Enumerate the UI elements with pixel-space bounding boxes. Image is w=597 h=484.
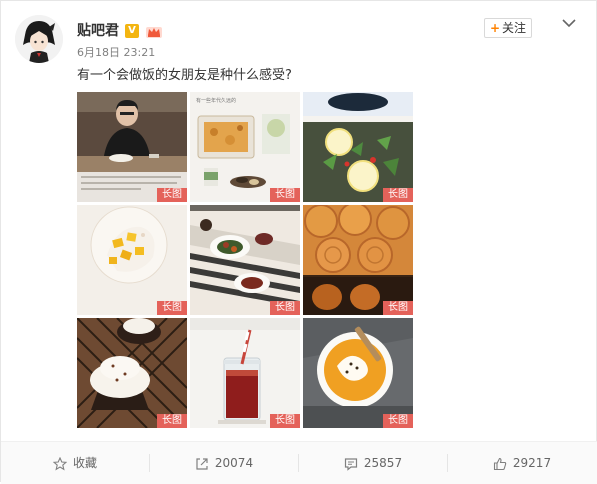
grid-image-1[interactable]: 长图 [77, 92, 187, 202]
grid-image-2[interactable]: 有一些年代久远的 长图 [190, 92, 300, 202]
long-image-tag: 长图 [270, 414, 300, 428]
grid-image-5[interactable]: 长图 [190, 205, 300, 315]
image-caption: 有一些年代久远的 [196, 97, 236, 104]
photo-mango-dessert [77, 205, 187, 315]
grid-image-8[interactable]: 长图 [190, 318, 300, 428]
thumbs-up-icon [493, 457, 507, 470]
star-icon [52, 456, 68, 470]
plus-icon: + [489, 21, 501, 35]
like-button[interactable]: 29217 [448, 442, 596, 484]
grid-image-9[interactable]: 长图 [303, 318, 413, 428]
username[interactable]: 贴吧君 [77, 23, 119, 39]
post-text: 有一个会做饭的女朋友是种什么感受? [77, 68, 292, 83]
repost-button[interactable]: 20074 [150, 442, 298, 484]
image-grid: 长图 有一些年代久远的 长图 长图 长图 长图 长图 长图 长图 长图 [77, 92, 413, 434]
grid-image-7[interactable]: 长图 [77, 318, 187, 428]
favorite-button[interactable]: 收藏 [1, 442, 149, 484]
long-image-tag: 长图 [383, 188, 413, 202]
repost-icon [196, 457, 208, 470]
photo-iced-drink [190, 318, 300, 428]
comment-count: 25857 [363, 456, 403, 470]
photo-pumpkin-soup [303, 318, 413, 428]
photo-lemon-salad [303, 92, 413, 202]
photo-plates-table [190, 205, 300, 315]
long-image-tag: 长图 [270, 301, 300, 315]
long-image-tag: 长图 [383, 414, 413, 428]
grid-image-4[interactable]: 长图 [77, 205, 187, 315]
weibo-post-card: 贴吧君 V 6月18日 23:21 +关注 有一个会做饭的女朋友是种什么感受? [0, 0, 597, 484]
grid-image-3[interactable]: 长图 [303, 92, 413, 202]
photo-mooncakes [303, 205, 413, 315]
long-image-tag: 长图 [157, 414, 187, 428]
follow-button[interactable]: + 关注 [484, 18, 532, 38]
action-bar: 收藏 20074 25857 29217 [1, 441, 597, 484]
favorite-label: 收藏 [72, 456, 97, 470]
long-image-tag: 长图 [270, 188, 300, 202]
photo-cupcakes [77, 318, 187, 428]
repost-count: 20074 [214, 456, 254, 470]
comment-icon [344, 457, 358, 471]
avatar[interactable] [15, 15, 63, 63]
crown-icon [145, 24, 163, 38]
comment-button[interactable]: 25857 [299, 442, 447, 484]
photo-man-at-table [77, 92, 187, 202]
verified-v-icon: V [125, 24, 139, 38]
like-count: 29217 [512, 456, 552, 470]
grid-image-6[interactable]: 长图 [303, 205, 413, 315]
long-image-tag: 长图 [157, 188, 187, 202]
follow-label: 关注 [502, 21, 527, 35]
long-image-tag: 长图 [157, 301, 187, 315]
photo-baked-dish: 有一些年代久远的 [190, 92, 300, 202]
chevron-down-icon[interactable] [561, 15, 577, 29]
post-timestamp[interactable]: 6月18日 23:21 [77, 47, 155, 59]
long-image-tag: 长图 [383, 301, 413, 315]
